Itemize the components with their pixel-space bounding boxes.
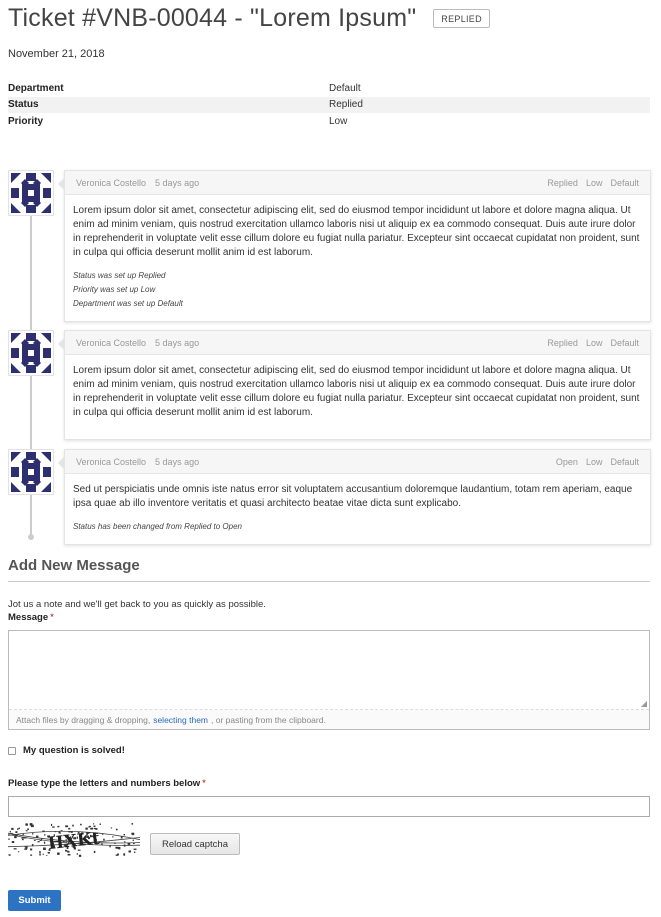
- attach-bar[interactable]: Attach files by dragging & dropping, sel…: [9, 710, 649, 729]
- message-time: 5 days ago: [155, 337, 200, 348]
- message-author: Veronica Costello: [76, 337, 147, 348]
- add-message-heading: Add New Message: [8, 557, 140, 574]
- reload-captcha-button[interactable]: Reload captcha: [150, 833, 240, 855]
- resize-grip-icon[interactable]: ◢: [641, 700, 647, 708]
- message-header: Veronica Costello 5 days ago Replied Low…: [65, 171, 650, 195]
- message-card: Veronica Costello 5 days ago Replied Low…: [58, 330, 651, 440]
- required-mark: *: [202, 778, 206, 789]
- tag-status: Replied: [547, 337, 578, 348]
- meta-key: Department: [8, 82, 64, 94]
- meta-value: Replied: [329, 99, 363, 111]
- attach-text-end: , or pasting from the clipboard.: [211, 714, 326, 725]
- avatar: [8, 170, 54, 216]
- message-tags: Replied Low Default: [547, 178, 639, 188]
- message-time: 5 days ago: [155, 177, 200, 188]
- submit-button[interactable]: Submit: [8, 890, 61, 911]
- meta-row-status: Status Replied: [8, 96, 650, 113]
- message-body: Lorem ipsum dolor sit amet, consectetur …: [65, 355, 650, 439]
- message-header: Veronica Costello 5 days ago Replied Low…: [65, 331, 650, 355]
- message-body: Sed ut perspiciatis unde omnis iste natu…: [65, 474, 650, 544]
- message-time: 5 days ago: [155, 456, 200, 467]
- message-notes: Status has been changed from Replied to …: [73, 520, 642, 534]
- solved-checkbox-row[interactable]: My question is solved!: [8, 745, 125, 756]
- identicon-avatar-icon: [9, 171, 53, 215]
- message-text: Lorem ipsum dolor sit amet, consectetur …: [73, 365, 640, 418]
- solved-label: My question is solved!: [23, 745, 125, 756]
- captcha-label: Please type the letters and numbers belo…: [8, 778, 206, 789]
- avatar: [8, 449, 54, 495]
- message-notes: Status was set up Replied Priority was s…: [73, 269, 642, 311]
- meta-key: Priority: [8, 115, 44, 127]
- meta-row-department: Department Default: [8, 80, 650, 97]
- meta-key: Status: [8, 99, 39, 111]
- message-note: Priority was set up Low: [73, 285, 156, 294]
- form-hint: Jot us a note and we'll get back to you …: [8, 599, 266, 610]
- message-tags: Replied Low Default: [547, 338, 639, 348]
- message-text: Lorem ipsum dolor sit amet, consectetur …: [73, 205, 640, 258]
- message-textarea[interactable]: [9, 631, 649, 710]
- avatar: [8, 330, 54, 376]
- meta-value: Default: [329, 82, 361, 94]
- tag-department: Default: [610, 177, 639, 188]
- timeline-end-dot: [28, 534, 34, 540]
- select-files-link[interactable]: selecting them: [153, 715, 208, 725]
- required-mark: *: [50, 612, 54, 623]
- status-badge: REPLIED: [433, 8, 490, 28]
- tag-department: Default: [610, 456, 639, 467]
- tag-priority: Low: [585, 456, 603, 467]
- tag-department: Default: [610, 337, 639, 348]
- tag-priority: Low: [585, 337, 603, 348]
- message-body: Lorem ipsum dolor sit amet, consectetur …: [65, 195, 650, 321]
- checkbox-icon[interactable]: [8, 746, 16, 755]
- message-card: Veronica Costello 5 days ago Replied Low…: [58, 170, 651, 322]
- captcha-label-text: Please type the letters and numbers belo…: [8, 778, 201, 789]
- message-author: Veronica Costello: [76, 456, 147, 467]
- tag-priority: Low: [585, 177, 603, 188]
- message-editor: ◢ Attach files by dragging & dropping, s…: [8, 630, 650, 730]
- identicon-avatar-icon: [9, 450, 53, 494]
- divider: [8, 581, 650, 582]
- message-note: Department was set up Default: [73, 299, 183, 308]
- captcha-image: HXKt: [8, 823, 140, 857]
- tag-status: Replied: [547, 177, 578, 188]
- message-text: Sed ut perspiciatis unde omnis iste natu…: [73, 484, 633, 509]
- message-tags: Open Low Default: [556, 457, 639, 467]
- message-note: Status was set up Replied: [73, 271, 166, 280]
- meta-value: Low: [329, 115, 348, 127]
- identicon-avatar-icon: [9, 331, 53, 375]
- tag-status: Open: [555, 456, 578, 467]
- page-title: Ticket #VNB-00044 - "Lorem Ipsum": [8, 3, 417, 32]
- attach-text: Attach files by dragging & dropping,: [16, 714, 151, 725]
- ticket-meta-table: Department Default Status Replied Priori…: [8, 80, 650, 130]
- message-header: Veronica Costello 5 days ago Open Low De…: [65, 450, 650, 474]
- ticket-date: November 21, 2018: [8, 48, 105, 60]
- ticket-header: Ticket #VNB-00044 - "Lorem Ipsum" REPLIE…: [8, 0, 490, 36]
- message-label-text: Message: [8, 612, 49, 623]
- message-note: Status has been changed from Replied to …: [73, 522, 242, 531]
- meta-row-priority: Priority Low: [8, 113, 650, 130]
- message-label: Message *: [8, 612, 54, 623]
- captcha-input[interactable]: [8, 796, 650, 817]
- message-card: Veronica Costello 5 days ago Open Low De…: [58, 449, 651, 545]
- message-author: Veronica Costello: [76, 177, 147, 188]
